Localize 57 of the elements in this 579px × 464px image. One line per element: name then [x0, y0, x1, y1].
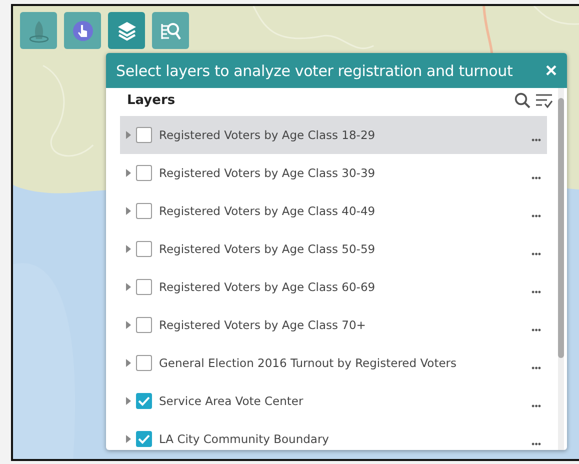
layer-checkbox[interactable]: [136, 203, 152, 219]
expand-caret-icon[interactable]: [126, 245, 131, 253]
layer-row[interactable]: Service Area Vote Center •••: [120, 382, 547, 420]
layer-checkbox[interactable]: [136, 317, 152, 333]
layer-name: Registered Voters by Age Class 50-59: [159, 242, 376, 256]
more-options-button[interactable]: •••: [532, 325, 541, 335]
more-options-button[interactable]: •••: [532, 173, 541, 183]
select-tool-button[interactable]: [64, 12, 101, 49]
basemap-tool-button[interactable]: [20, 12, 57, 49]
layers-heading: Layers: [127, 92, 176, 108]
more-options-button[interactable]: •••: [532, 211, 541, 221]
layer-name: Registered Voters by Age Class 18-29: [159, 128, 376, 142]
expand-caret-icon[interactable]: [126, 397, 131, 405]
more-options-button[interactable]: •••: [532, 439, 541, 449]
layer-checkbox[interactable]: [136, 279, 152, 295]
layer-row[interactable]: General Election 2016 Turnout by Registered Voters •••: [120, 344, 547, 382]
more-options-button[interactable]: •••: [532, 135, 541, 145]
layer-checkbox[interactable]: [136, 127, 152, 143]
layers-icon: [116, 20, 138, 42]
layer-checkbox[interactable]: [136, 431, 152, 447]
layer-checkbox[interactable]: [136, 355, 152, 371]
layers-tool-button[interactable]: [108, 12, 145, 49]
layer-row[interactable]: Registered Voters by Age Class 40-49 •••: [120, 192, 547, 230]
filter-list-icon[interactable]: [535, 92, 553, 108]
panel-title: Select layers to analyze voter registration and turnout: [116, 62, 513, 80]
layer-row[interactable]: Registered Voters by Age Class 60-69 •••: [120, 268, 547, 306]
layer-checkbox[interactable]: [136, 165, 152, 181]
layer-row[interactable]: LA City Community Boundary •••: [120, 420, 547, 450]
layer-name: Registered Voters by Age Class 60-69: [159, 280, 376, 294]
more-options-button[interactable]: •••: [532, 287, 541, 297]
more-options-button[interactable]: •••: [532, 249, 541, 259]
layer-row[interactable]: Registered Voters by Age Class 50-59 •••: [120, 230, 547, 268]
layer-name: Service Area Vote Center: [159, 394, 304, 408]
expand-caret-icon[interactable]: [126, 207, 131, 215]
scrollbar[interactable]: [558, 88, 564, 450]
expand-caret-icon[interactable]: [126, 131, 131, 139]
expand-caret-icon[interactable]: [126, 359, 131, 367]
layer-checkbox[interactable]: [136, 241, 152, 257]
layer-row[interactable]: Registered Voters by Age Class 70+ •••: [120, 306, 547, 344]
layer-name: General Election 2016 Turnout by Registered Voters: [159, 356, 458, 370]
search-icon[interactable]: [514, 92, 531, 108]
expand-caret-icon[interactable]: [126, 283, 131, 291]
pointer-icon: [70, 18, 94, 42]
layer-name: Registered Voters by Age Class 40-49: [159, 204, 376, 218]
expand-caret-icon[interactable]: [126, 435, 131, 443]
more-options-button[interactable]: •••: [532, 363, 541, 373]
layer-row[interactable]: Registered Voters by Age Class 18-29 •••: [120, 116, 547, 154]
layer-name: Registered Voters by Age Class 70+: [159, 318, 367, 332]
expand-caret-icon[interactable]: [126, 169, 131, 177]
query-tool-button[interactable]: [152, 12, 189, 49]
expand-caret-icon[interactable]: [126, 321, 131, 329]
layer-name: Registered Voters by Age Class 30-39: [159, 166, 376, 180]
close-button[interactable]: ×: [545, 60, 557, 80]
more-options-button[interactable]: •••: [532, 401, 541, 411]
layer-name: LA City Community Boundary: [159, 432, 330, 446]
layer-checkbox[interactable]: [136, 393, 152, 409]
layer-row[interactable]: Registered Voters by Age Class 30-39 •••: [120, 154, 547, 192]
